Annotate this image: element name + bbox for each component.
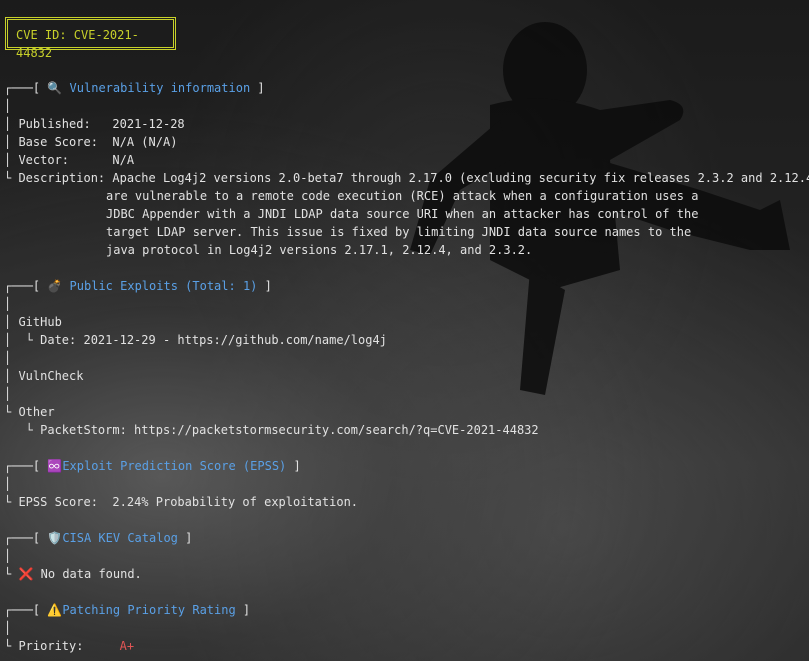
cve-id-label: CVE ID: CVE-2021-44832: [16, 28, 139, 60]
description-line-4: target LDAP server. This issue is fixed …: [106, 225, 692, 239]
priority-row: └ Priority: A+: [4, 639, 135, 653]
vector-row: │ Vector: N/A: [4, 153, 135, 167]
description-row: └ Description: Apache Log4j2 versions 2.…: [4, 169, 809, 187]
vulncheck-label: │ VulnCheck: [4, 369, 84, 383]
kev-section-title: CISA KEV Catalog: [62, 531, 178, 545]
base-score-value: N/A (N/A): [112, 135, 178, 149]
tree-branch: │: [4, 297, 12, 311]
published-label: Published:: [18, 117, 91, 131]
other-entry: └ PacketStorm: https://packetstormsecuri…: [4, 423, 539, 437]
description-line-3: JDBC Appender with a JNDI LDAP data sour…: [106, 207, 699, 221]
kev-status-row: └ ❌ No data found.: [4, 567, 142, 581]
github-entry: │ └ Date: 2021-12-29 - https://github.co…: [4, 333, 387, 347]
base-score-row: │ Base Score: N/A (N/A): [4, 135, 178, 149]
tree-branch: │: [4, 99, 12, 113]
vector-label: Vector:: [18, 153, 70, 167]
kev-section-header: ┌───[ 🛡️CISA KEV Catalog ]: [4, 531, 193, 545]
tree-branch: │: [4, 549, 12, 563]
github-label: │ GitHub: [4, 315, 62, 329]
epss-section-title: Exploit Prediction Score (EPSS): [62, 459, 287, 473]
bomb-icon: 💣: [47, 279, 63, 293]
vuln-section-title: Vulnerability information: [69, 81, 251, 95]
exploits-section-title: Public Exploits (Total: 1): [69, 279, 258, 293]
vuln-section-header: ┌───[ 🔍 Vulnerability information ]: [4, 81, 265, 95]
description-line-5: java protocol in Log4j2 versions 2.17.1,…: [106, 243, 533, 257]
magnifier-icon: 🔍: [47, 81, 63, 95]
description-line-1: Apache Log4j2 versions 2.0-beta7 through…: [112, 171, 809, 185]
priority-value: A+: [119, 639, 135, 653]
priority-section-title: Patching Priority Rating: [62, 603, 236, 617]
tree-branch: │: [4, 387, 12, 401]
published-value: 2021-12-28: [112, 117, 185, 131]
epss-section-header: ┌───[ ♾️Exploit Prediction Score (EPSS) …: [4, 459, 301, 473]
epss-score-label: EPSS Score:: [18, 495, 98, 509]
published-row: │ Published: 2021-12-28: [4, 117, 185, 131]
cross-icon: ❌: [18, 567, 34, 581]
shield-icon: 🛡️: [47, 531, 63, 545]
tree-branch: │: [4, 621, 12, 635]
epss-score-row: └ EPSS Score: 2.24% Probability of explo…: [4, 495, 359, 509]
priority-section-header: ┌───[ ⚠️Patching Priority Rating ]: [4, 603, 251, 617]
github-entry-text: Date: 2021-12-29 - https://github.com/na…: [40, 333, 387, 347]
tree-branch: │: [4, 477, 12, 491]
other-label: └ Other: [4, 405, 55, 419]
background-photo-silhouette: [410, 22, 790, 395]
epss-score-value: 2.24% Probability of exploitation.: [112, 495, 359, 509]
warning-icon: ⚠️: [47, 603, 63, 617]
tree-branch: │: [4, 351, 12, 365]
vector-value: N/A: [112, 153, 135, 167]
cve-id-box: CVE ID: CVE-2021-44832: [5, 17, 176, 60]
priority-label: Priority:: [18, 639, 84, 653]
infinity-icon: ♾️: [47, 459, 63, 473]
kev-status-text: No data found.: [40, 567, 142, 581]
description-label: Description:: [18, 171, 106, 185]
other-entry-text: PacketStorm: https://packetstormsecurity…: [40, 423, 539, 437]
base-score-label: Base Score:: [18, 135, 98, 149]
exploits-section-header: ┌───[ 💣 Public Exploits (Total: 1) ]: [4, 279, 272, 293]
description-line-2: are vulnerable to a remote code executio…: [106, 189, 699, 203]
